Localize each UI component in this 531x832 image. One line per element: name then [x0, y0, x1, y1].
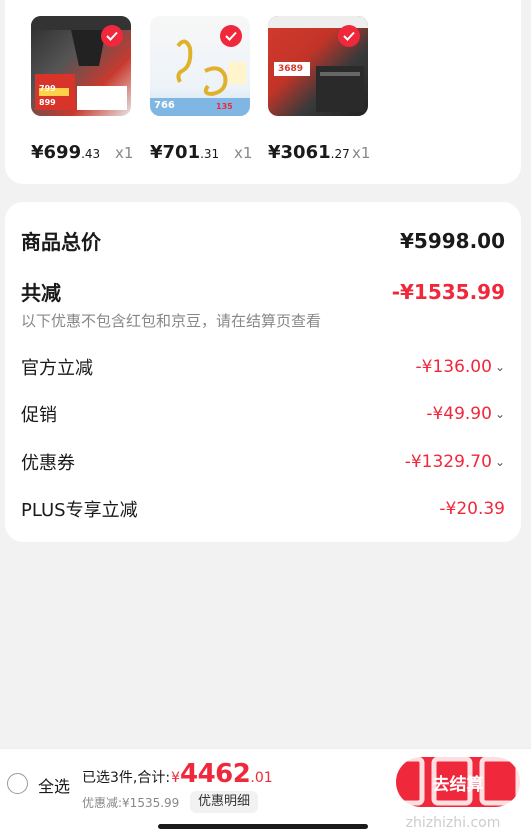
product-quantity: x1 [234, 144, 253, 162]
product-quantity: x1 [352, 144, 371, 162]
product-thumbnail[interactable]: 766 135 [150, 16, 250, 116]
thumb-badge-secondary: 135 [216, 102, 233, 111]
product-price: ¥699 .43 x1 [31, 142, 134, 163]
discount-label: 促销 [21, 405, 57, 426]
product-price: ¥3061 .27 x1 [268, 142, 371, 163]
discount-row-coupon[interactable]: 优惠券 -¥1329.70 ⌄ [21, 449, 505, 475]
discount-value: -¥1329.70 [404, 452, 492, 472]
product-thumbnail[interactable]: 3689 [268, 16, 368, 116]
discount-detail-button[interactable]: 优惠明细 [190, 791, 259, 813]
total-reduction-label: 共减 [21, 281, 61, 305]
checked-icon[interactable] [338, 25, 360, 47]
total-amount-decimal: .01 [250, 770, 273, 786]
checkout-bar: 全选 已选3件,合计: ¥ 4462 .01 优惠减:¥1535.99 优惠明细… [0, 748, 531, 832]
discount-label: PLUS专享立减 [21, 500, 138, 521]
cart-products-card: 799 899 ¥699 .43 x1 766 135 ¥701 .31 x1 … [5, 0, 521, 184]
discount-label: 官方立减 [21, 358, 93, 379]
discount-row-plus: PLUS专享立减 -¥20.39 [21, 496, 505, 522]
total-price-label: 商品总价 [21, 230, 101, 254]
discount-summary: 优惠减:¥1535.99 [82, 796, 180, 810]
product-price: ¥701 .31 x1 [150, 142, 253, 163]
discount-value: -¥49.90 [426, 404, 492, 424]
select-all-radio[interactable] [7, 773, 28, 794]
discount-value: -¥136.00 [415, 357, 492, 377]
currency-symbol: ¥ [171, 770, 180, 786]
product-quantity: x1 [115, 144, 134, 162]
chevron-down-icon[interactable]: ⌄ [495, 455, 505, 469]
discount-value: -¥20.39 [439, 499, 505, 519]
product-item[interactable]: 3689 ¥3061 .27 x1 [268, 16, 378, 163]
thumb-badge: 3689 [278, 64, 304, 74]
select-all-label[interactable]: 全选 [38, 773, 70, 797]
order-total: 已选3件,合计: ¥ 4462 .01 [82, 759, 273, 789]
discount-label: 优惠券 [21, 453, 75, 474]
checkout-button[interactable]: 去结算 [396, 757, 520, 807]
product-item[interactable]: 799 899 ¥699 .43 x1 [31, 16, 141, 163]
product-item[interactable]: 766 135 ¥701 .31 x1 [150, 16, 260, 163]
total-price-row: 商品总价 ¥5998.00 [21, 226, 505, 255]
chevron-down-icon[interactable]: ⌄ [495, 360, 505, 374]
discount-note: 以下优惠不包含红包和京豆，请在结算页查看 [21, 312, 322, 330]
product-thumbnail[interactable]: 799 899 [31, 16, 131, 116]
total-amount: 4462 [180, 759, 251, 789]
thumb-badge: 799 [39, 84, 56, 93]
discount-row-official[interactable]: 官方立减 -¥136.00 ⌄ [21, 354, 505, 380]
selected-count-text: 已选3件,合计: [82, 770, 171, 786]
checked-icon[interactable] [101, 25, 123, 47]
thumb-badge: 766 [154, 100, 175, 111]
checked-icon[interactable] [220, 25, 242, 47]
discount-row-promotion[interactable]: 促销 -¥49.90 ⌄ [21, 401, 505, 427]
watermark-text: zhizhizhi.com [406, 815, 501, 831]
home-indicator [158, 824, 368, 829]
total-reduction-value: -¥1535.99 [391, 279, 505, 304]
chevron-down-icon[interactable]: ⌄ [495, 407, 505, 421]
price-summary-card: 商品总价 ¥5998.00 共减 -¥1535.99 以下优惠不包含红包和京豆，… [5, 202, 521, 542]
total-price-value: ¥5998.00 [399, 228, 505, 253]
thumb-badge-secondary: 899 [39, 98, 56, 107]
total-reduction-row: 共减 -¥1535.99 [21, 277, 505, 306]
